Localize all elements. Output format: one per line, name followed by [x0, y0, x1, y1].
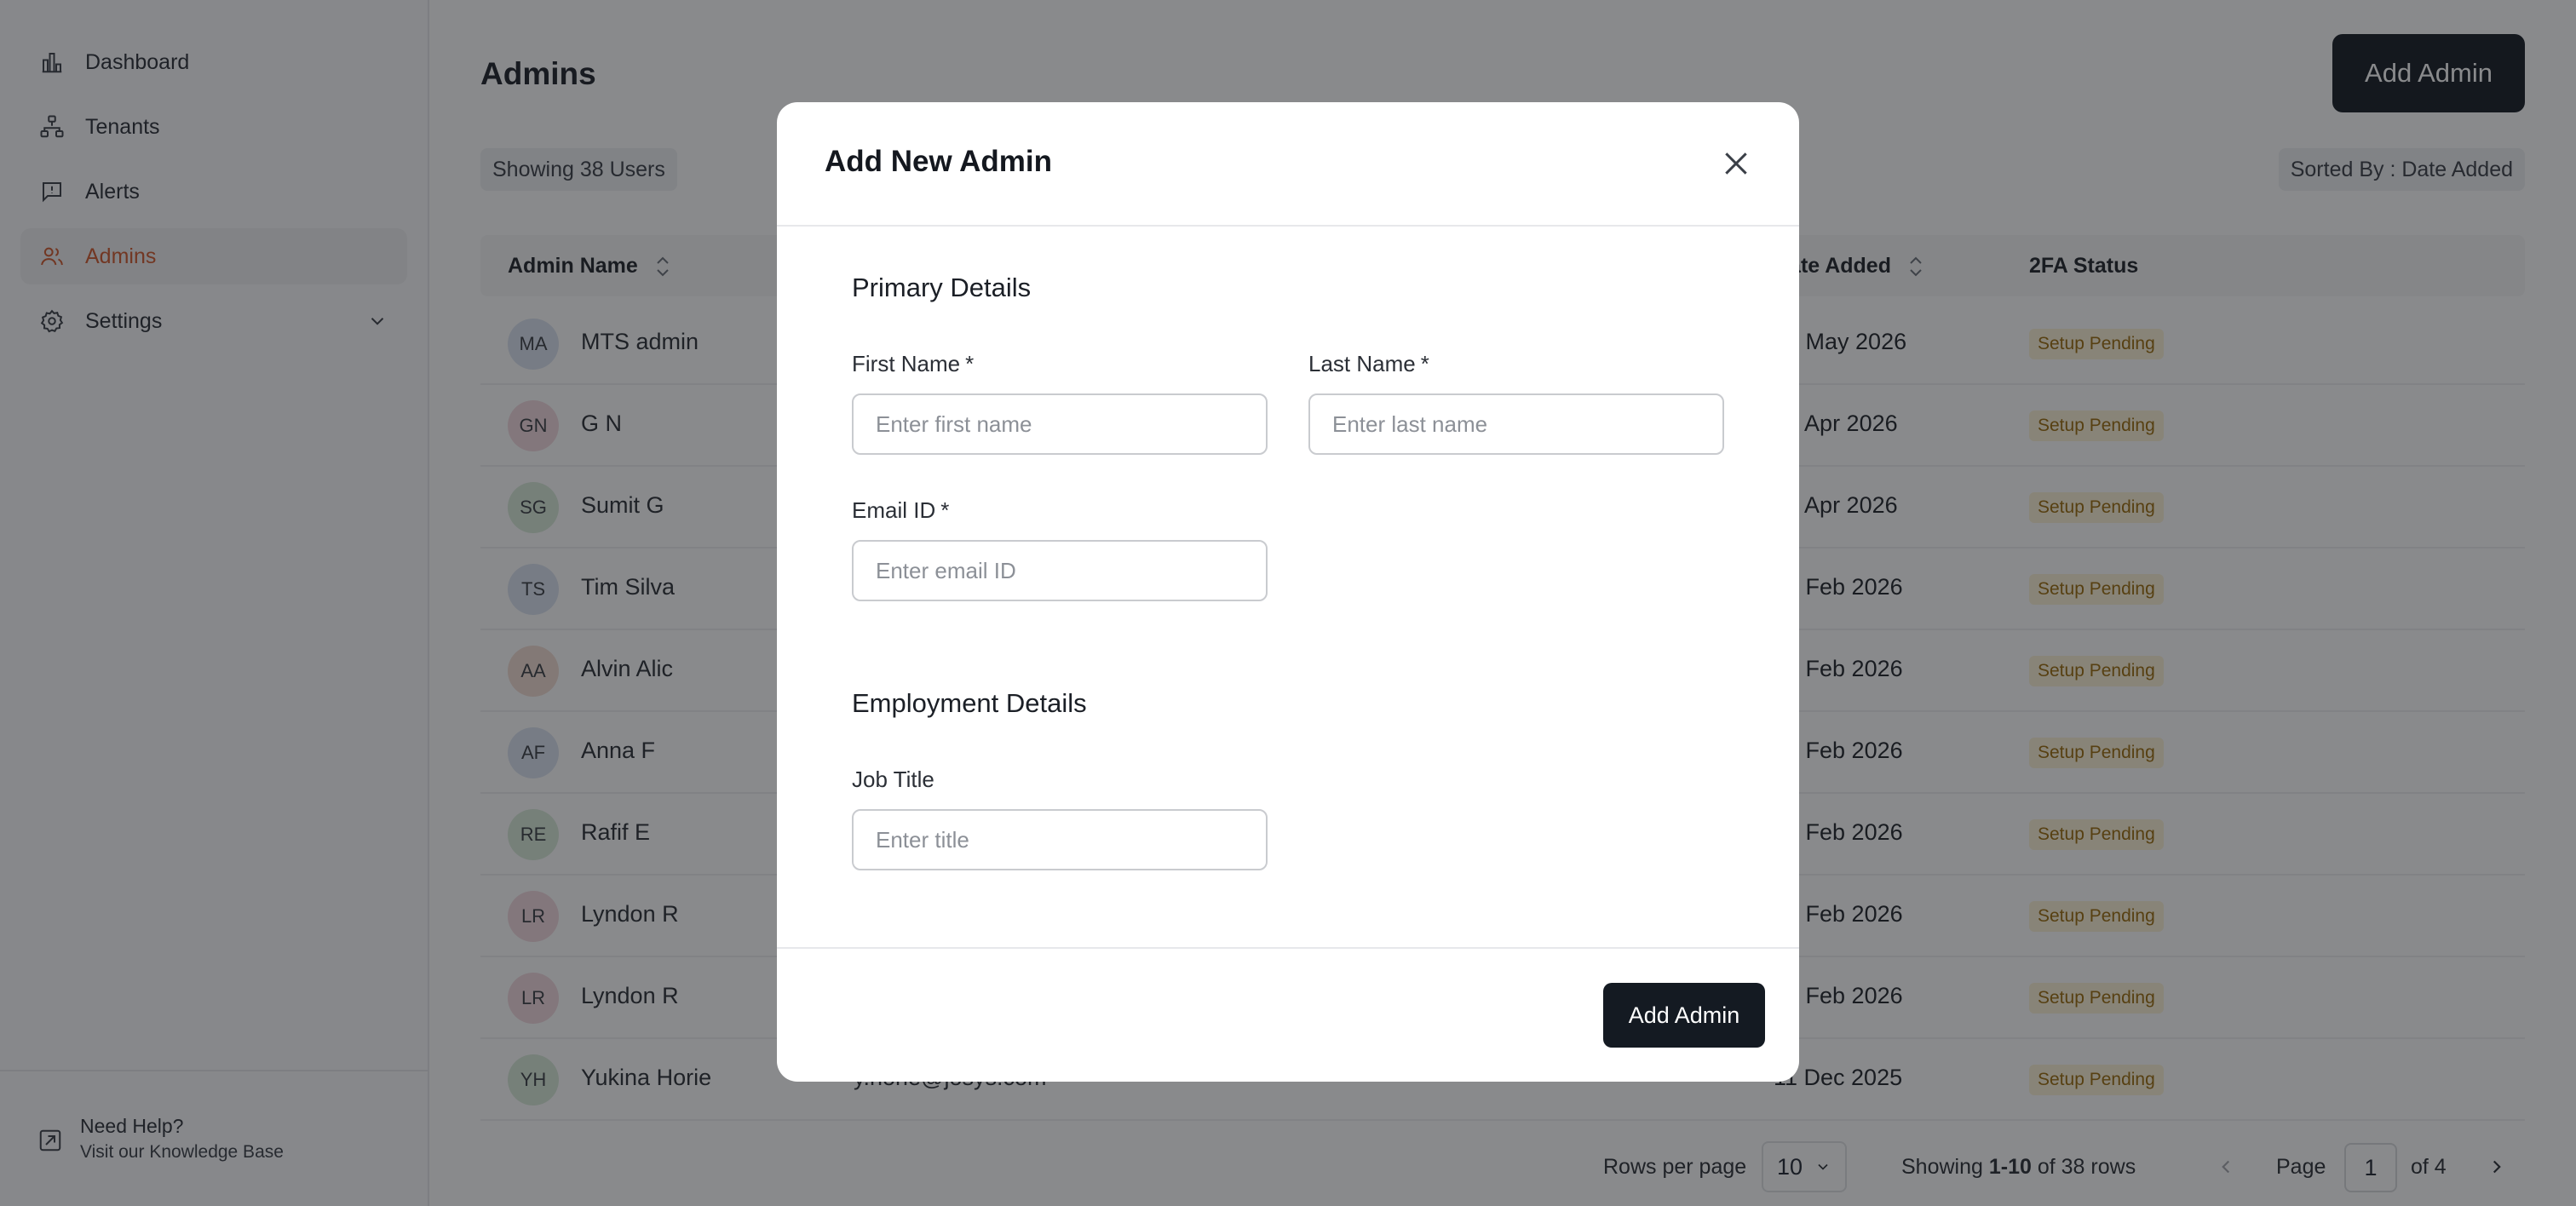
job-title-input[interactable]	[852, 809, 1268, 870]
modal-title: Add New Admin	[825, 145, 1053, 178]
primary-details-heading: Primary Details	[852, 273, 1032, 302]
modal-add-admin-button[interactable]: Add Admin	[1603, 983, 1765, 1048]
add-admin-modal: Add New Admin Primary Details First Name…	[777, 102, 1799, 1082]
email-label: Email ID *	[852, 497, 950, 523]
modal-header-divider	[777, 225, 1799, 227]
close-icon[interactable]	[1719, 146, 1753, 181]
job-title-label: Job Title	[852, 767, 934, 792]
last-name-input[interactable]	[1308, 393, 1724, 455]
first-name-input[interactable]	[852, 393, 1268, 455]
first-name-label: First Name *	[852, 351, 975, 376]
last-name-label: Last Name *	[1308, 351, 1429, 376]
email-input[interactable]	[852, 540, 1268, 601]
modal-footer-divider	[777, 947, 1799, 949]
employment-details-heading: Employment Details	[852, 688, 1087, 718]
